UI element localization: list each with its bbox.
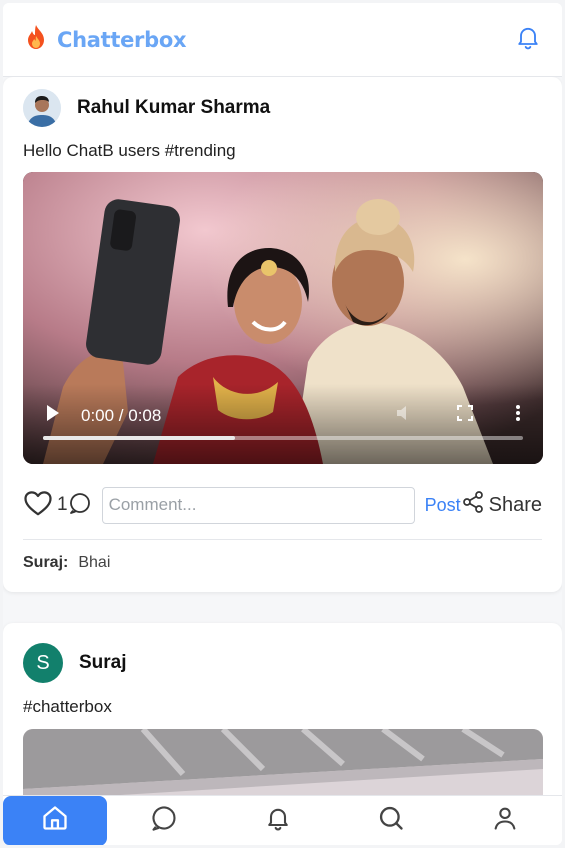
nav-home[interactable] — [3, 795, 107, 845]
comment-text: Bhai — [78, 554, 111, 571]
author-name: Suraj — [79, 652, 127, 673]
chat-icon — [150, 804, 178, 837]
nav-items — [107, 796, 562, 846]
comment-icon[interactable] — [68, 491, 92, 520]
post-image-content — [23, 729, 543, 795]
video-progress-fill — [43, 436, 235, 440]
post-text: #chatterbox — [23, 697, 112, 716]
nav-notifications[interactable] — [264, 796, 292, 846]
app-frame: Chatterbox Rahul Kumar Sharma Hello Chat… — [3, 3, 562, 845]
feed: Rahul Kumar Sharma Hello ChatB users #tr… — [3, 77, 562, 795]
volume-icon[interactable] — [395, 404, 415, 427]
comment-input[interactable] — [101, 486, 415, 524]
nav-chat[interactable] — [150, 796, 178, 846]
post-comment-button[interactable]: Post — [425, 495, 461, 516]
heart-icon[interactable] — [23, 489, 53, 522]
post-card: Rahul Kumar Sharma Hello ChatB users #tr… — [3, 77, 562, 592]
avatar[interactable]: S — [23, 643, 63, 683]
post-image[interactable] — [23, 729, 543, 795]
bell-icon — [264, 804, 292, 837]
video-player[interactable]: 0:00 / 0:08 — [23, 172, 543, 464]
more-options-icon[interactable] — [515, 404, 521, 427]
post-actions: 1 Post Share — [23, 485, 542, 525]
home-icon — [41, 804, 69, 837]
share-icon — [461, 490, 485, 520]
post-text: Hello ChatB users #trending — [23, 141, 236, 160]
nav-search[interactable] — [377, 796, 405, 846]
video-controls: 0:00 / 0:08 — [23, 384, 543, 464]
user-icon — [491, 804, 519, 837]
bell-icon[interactable] — [514, 22, 542, 57]
share-label: Share — [488, 493, 542, 516]
app-name: Chatterbox — [57, 27, 187, 52]
comment-author[interactable]: Suraj: — [23, 554, 68, 572]
search-icon — [377, 804, 405, 837]
divider — [23, 539, 542, 540]
post-author[interactable]: Rahul Kumar Sharma — [23, 89, 270, 127]
video-progress-bar[interactable] — [43, 436, 523, 440]
post-card: S Suraj #chatterbox — [3, 623, 562, 795]
flame-icon — [25, 24, 47, 55]
top-header: Chatterbox — [3, 3, 562, 77]
post-author[interactable]: S Suraj — [23, 643, 127, 683]
like-count: 1 — [57, 494, 68, 515]
brand[interactable]: Chatterbox — [25, 24, 187, 55]
avatar[interactable] — [23, 89, 61, 127]
bottom-nav — [3, 795, 562, 845]
play-icon[interactable] — [45, 404, 61, 427]
nav-profile[interactable] — [491, 796, 519, 846]
fullscreen-icon[interactable] — [457, 405, 473, 426]
video-time: 0:00 / 0:08 — [81, 405, 162, 425]
share-button[interactable]: Share — [461, 490, 542, 520]
comment-item: Suraj: Bhai — [23, 554, 110, 572]
author-name: Rahul Kumar Sharma — [77, 97, 271, 118]
